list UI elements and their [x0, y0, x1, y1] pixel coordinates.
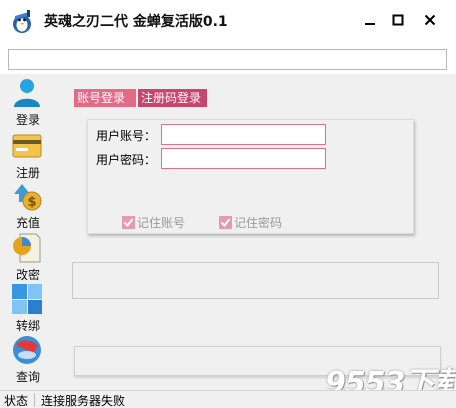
checkbox-checked-icon [219, 216, 232, 229]
remember-account-label: 记住账号 [137, 216, 186, 230]
top-info-bar [8, 49, 447, 70]
sidebar-item-register[interactable]: 注册 [6, 130, 46, 182]
account-input[interactable] [161, 124, 326, 145]
login-panel: 用户账号： 用户密码： 记住账号 记住密码 [87, 119, 414, 234]
status-bar: 状态 连接服务器失败 [0, 390, 456, 408]
sidebar-item-label: 充值 [15, 216, 40, 230]
info-panel [72, 262, 439, 299]
status-divider [34, 393, 35, 407]
maximize-button[interactable] [384, 8, 412, 32]
sidebar-item-login[interactable]: 登录 [6, 77, 46, 129]
globe-icon [11, 334, 43, 366]
remember-account-checkbox[interactable]: 记住账号 [122, 214, 185, 231]
svg-text:$: $ [27, 195, 36, 210]
sidebar-item-label: 转绑 [15, 319, 40, 333]
sidebar-item-change-password[interactable]: 改密 [6, 232, 46, 284]
status-label: 状态 [4, 394, 29, 408]
sidebar-item-label: 查询 [15, 370, 40, 384]
card-icon [11, 130, 43, 162]
sidebar-item-label: 登录 [15, 113, 40, 127]
maximize-icon [392, 14, 404, 26]
document-icon [11, 232, 43, 264]
sidebar-item-rebind[interactable]: 转绑 [6, 283, 46, 335]
remember-password-label: 记住密码 [234, 216, 283, 230]
status-text: 连接服务器失败 [41, 394, 126, 408]
sidebar-item-label: 注册 [15, 166, 40, 180]
remember-password-checkbox[interactable]: 记住密码 [219, 214, 282, 231]
title-bar: 英魂之刃二代 金蝉复活版0.1 [0, 0, 456, 42]
account-label: 用户账号： [96, 129, 157, 143]
sidebar-item-label: 改密 [15, 268, 40, 282]
close-icon [424, 14, 436, 26]
tab-account-login[interactable]: 账号登录 [74, 89, 136, 107]
sidebar-item-recharge[interactable]: $ 充值 [6, 180, 46, 232]
penguin-app-icon [9, 8, 35, 34]
user-icon [11, 77, 43, 109]
password-label: 用户密码： [96, 153, 157, 167]
close-button[interactable] [416, 8, 444, 32]
password-input[interactable] [161, 148, 326, 169]
checkbox-checked-icon [122, 216, 135, 229]
window-title: 英魂之刃二代 金蝉复活版0.1 [44, 14, 228, 30]
coin-icon: $ [11, 180, 43, 212]
tab-regcode-login[interactable]: 注册码登录 [138, 89, 207, 107]
minimize-button[interactable] [356, 8, 384, 32]
grid-icon [11, 283, 43, 315]
minimize-icon [365, 23, 375, 25]
sidebar-item-query[interactable]: 查询 [6, 334, 46, 386]
